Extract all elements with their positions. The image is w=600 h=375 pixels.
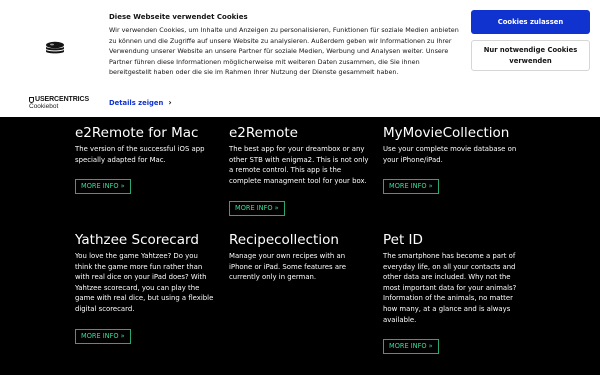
product-description: Manage your own recipes with an iPhone o… [229, 252, 346, 282]
product-title: Yathzee Scorecard [75, 232, 199, 248]
necessary-cookies-button[interactable]: Nur notwendige Cookies verwenden [471, 40, 590, 71]
product-description: The best app for your dreambox or any ot… [229, 145, 369, 185]
product-title: Recipecollection [229, 232, 339, 248]
product-title: MyMovieCollection [383, 125, 510, 141]
shield-icon [29, 96, 34, 103]
product-title: e2Remote for Mac [75, 125, 199, 141]
more-info-button[interactable]: MORE INFO » [75, 179, 131, 194]
more-info-button[interactable]: MORE INFO » [383, 339, 439, 354]
product-description: The version of the successful iOS app sp… [75, 145, 205, 164]
more-info-button[interactable]: MORE INFO » [383, 179, 439, 194]
chevron-right-icon: › [168, 98, 172, 107]
product-mymoviecollection: MyMovieCollection Use your complete movi… [383, 125, 523, 165]
product-description: You love the game Yahtzee? Do you think … [75, 252, 214, 313]
allow-cookies-button[interactable]: Cookies zulassen [471, 10, 590, 34]
usercentrics-logo: USERCENTRICS Cookiebot [29, 96, 89, 111]
product-e2remote-mac: e2Remote for Mac The version of the succ… [75, 125, 215, 165]
product-yahtzee-scorecard: Yathzee Scorecard You love the game Yaht… [75, 232, 215, 315]
product-description: The smartphone has become a part of ever… [383, 252, 517, 324]
brand-name: USERCENTRICS [35, 96, 90, 103]
product-recipecollection: Recipecollection Manage your own recipes… [229, 232, 369, 283]
product-e2remote: e2Remote The best app for your dreambox … [229, 125, 369, 186]
cookie-icon [46, 41, 64, 54]
more-info-button[interactable]: MORE INFO » [75, 329, 131, 344]
details-link[interactable]: Details zeigen › [109, 98, 172, 107]
cookie-banner-title: Diese Webseite verwendet Cookies [109, 13, 248, 21]
product-description: Use your complete movie database on your… [383, 145, 517, 164]
product-pet-id: Pet ID The smartphone has become a part … [383, 232, 523, 325]
product-title: Pet ID [383, 232, 423, 248]
product-title: e2Remote [229, 125, 298, 141]
cookie-consent-banner: USERCENTRICS Cookiebot Diese Webseite ve… [0, 0, 600, 117]
cookie-banner-text: Wir verwenden Cookies, um Inhalte und An… [109, 26, 459, 76]
more-info-button[interactable]: MORE INFO » [229, 201, 285, 216]
brand-sub: Cookiebot [29, 103, 59, 110]
details-link-label: Details zeigen [109, 98, 164, 107]
